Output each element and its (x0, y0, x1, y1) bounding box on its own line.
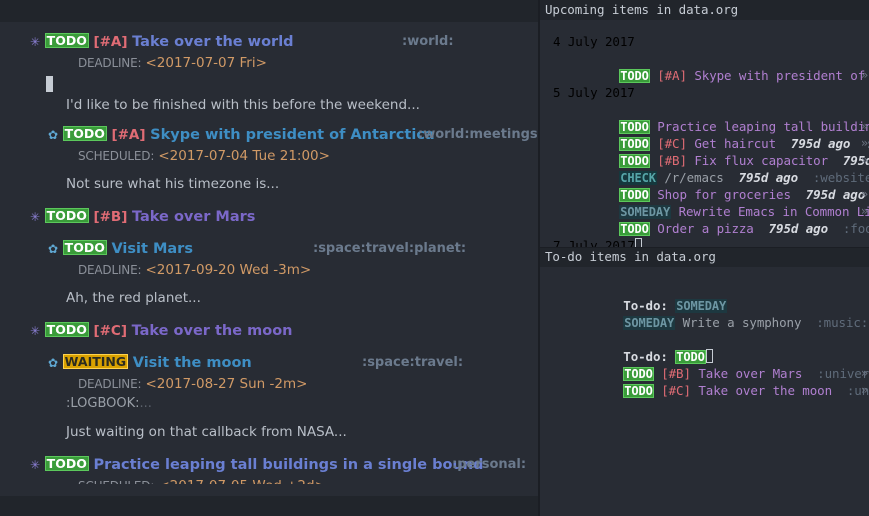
org-buffer-window: Take over the universe\Test data ✳ TODO … (0, 0, 538, 516)
org-outline: ✳ TODO [#A] Take over the world :world: … (0, 22, 538, 484)
logbook-drawer[interactable]: :LOGBOOK:... (0, 394, 538, 414)
org-headline[interactable]: ✳ TODO [#B] Take over Mars (0, 206, 538, 228)
drawer-ellipsis: ... (139, 396, 152, 411)
todo-keyword-badge[interactable]: TODO (44, 33, 89, 48)
priority-cookie: [#A] (111, 127, 146, 143)
entry-body-text: Just waiting on that callback from NASA.… (66, 424, 347, 440)
left-modeline[interactable]: 18- -[org-ql]tests/data.org3%-master Org (0, 496, 538, 516)
agenda-item[interactable]: SOMEDAY Rewrite Emacs in Common Lisp 795… (540, 186, 869, 219)
upcoming-items-list: 4 July 2017 TODO [#A] Skype with preside… (540, 20, 869, 247)
todo-keyword-badge[interactable]: TODO (44, 208, 89, 223)
agenda-item[interactable]: TODO Order a pizza 795d ago :food:dinner… (540, 203, 869, 236)
priority-cookie: [#C] (93, 323, 127, 339)
org-headline[interactable]: ✿ TODO Visit Mars :space:travel:planet: (0, 238, 538, 260)
todo-group-header: To-do: TODO (540, 331, 869, 364)
headline-tags[interactable]: :space:travel:planet: (313, 238, 466, 260)
planning-label: SCHEDULED: (78, 479, 154, 484)
agenda-item[interactable]: TODO [#C] Take over the moon :universe:a… (540, 365, 869, 398)
todo-items-list: To-do: SOMEDAY SOMEDAY Write a symphony … (540, 267, 869, 516)
todo-keyword-badge[interactable]: TODO (623, 384, 654, 398)
asterisk-bullet-icon: ✳ (30, 210, 41, 224)
cursor-row (0, 73, 538, 95)
headline-title: Practice leaping tall buildings in a sin… (93, 457, 484, 473)
planning-line: DEADLINE: <2017-07-07 Fri> (0, 53, 538, 73)
date-group-header: 4 July 2017 (553, 34, 635, 49)
headline-title: Visit Mars (111, 241, 193, 257)
planning-timestamp[interactable]: <2017-07-07 Fri> (145, 55, 266, 71)
agenda-item[interactable]: TODO [#B] Take over Mars :universe:ambit… (540, 348, 869, 381)
todo-group-header: To-do: SOMEDAY (540, 280, 869, 313)
panel-divider (540, 247, 869, 248)
planning-line: DEADLINE: <2017-08-27 Sun -2m> (0, 374, 538, 394)
planning-timestamp[interactable]: <2017-07-04 Tue 21:00> (158, 148, 330, 164)
todo-keyword-badge[interactable]: TODO (44, 322, 89, 337)
priority-cookie: [#A] (93, 34, 128, 50)
headline-tags[interactable]: :space:travel: (362, 352, 463, 374)
priority-cookie: [#B] (93, 209, 128, 225)
agenda-item[interactable]: CHECK /r/emacs 795d ago :website:Emacs: (540, 152, 869, 185)
headline-title: Visit the moon (132, 355, 252, 371)
agenda-item[interactable]: TODO [#B] Fix flux capacitor 795d ago :s… (540, 135, 869, 168)
org-headline[interactable]: ✿ WAITING Visit the moon :space:travel: (0, 352, 538, 374)
org-ql-panels: Upcoming items in data.org 4 July 2017 T… (540, 0, 869, 516)
entry-body-text: I'd like to be finished with this before… (66, 97, 420, 113)
headline-tags[interactable]: :world:meetings: (418, 124, 538, 146)
planning-line: DEADLINE: <2017-09-20 Wed -3m> (0, 260, 538, 280)
planning-label: SCHEDULED: (78, 149, 155, 163)
todo-keyword-badge[interactable]: TODO (62, 126, 107, 141)
org-headline[interactable]: ✳ TODO Practice leaping tall buildings i… (0, 454, 538, 476)
todo-items-window: To-do items in data.org To-do: SOMEDAY S… (540, 247, 869, 516)
headline-tags[interactable]: :world: (402, 31, 454, 53)
planning-line: SCHEDULED: <2017-07-04 Tue 21:00> (0, 146, 538, 166)
flower-bullet-icon: ✿ (48, 356, 59, 370)
headline-tags[interactable]: :personal: (452, 454, 526, 476)
todo-keyword-badge[interactable]: TODO (62, 240, 107, 255)
headline-title: Take over Mars (132, 209, 256, 225)
date-group-header: 7 July 2017 (540, 237, 869, 247)
planning-timestamp[interactable]: <2017-09-20 Wed -3m> (145, 262, 311, 278)
upcoming-items-header: Upcoming items in data.org (540, 0, 869, 20)
agenda-item[interactable]: SOMEDAY Write a symphony :music: (540, 297, 869, 330)
headline-title: Take over the moon (131, 323, 293, 339)
headline-title: Skype with president of Antarctica (150, 127, 435, 143)
agenda-item[interactable]: TODO Practice leaping tall buildings in … (540, 101, 869, 134)
agenda-item[interactable]: TODO Shop for groceries 795d ago :food:s… (540, 169, 869, 202)
date-group-header: 5 July 2017 (553, 85, 635, 100)
org-breadcrumb-header: Take over the universe\Test data (0, 0, 538, 40)
text-cursor (635, 238, 642, 247)
org-headline[interactable]: ✳ TODO [#A] Take over the world :world: (0, 31, 538, 53)
entry-body-text: Not sure what his timezone is... (66, 176, 280, 192)
agenda-item[interactable]: TODO [#C] Get haircut 795d ago :personal… (540, 118, 869, 151)
org-headline[interactable]: ✳ TODO [#C] Take over the moon (0, 320, 538, 342)
headline-title: Take over the world (132, 34, 294, 50)
entry-body-text: Ah, the red planet... (66, 290, 201, 306)
planning-line: SCHEDULED: <2017-07-05 Wed +2d> (0, 476, 538, 484)
text-cursor (46, 76, 53, 92)
agenda-item[interactable]: TODO [#A] Skype with president of Antarc… (540, 50, 869, 83)
date-group-label: 7 July 2017 (553, 238, 635, 247)
planning-label: DEADLINE: (78, 56, 142, 70)
drawer-label: :LOGBOOK: (66, 396, 140, 411)
upcoming-items-window: Upcoming items in data.org 4 July 2017 T… (540, 0, 869, 247)
org-headline[interactable]: ✿ TODO [#A] Skype with president of Anta… (0, 124, 538, 146)
priority-cookie: [#C] (661, 383, 691, 398)
todo-keyword-badge[interactable]: TODO (44, 456, 89, 471)
emacs-frame: Take over the universe\Test data ✳ TODO … (0, 0, 869, 516)
item-title: Take over the moon (698, 383, 833, 398)
asterisk-bullet-icon: ✳ (30, 458, 41, 472)
planning-timestamp[interactable]: <2017-08-27 Sun -2m> (145, 376, 307, 392)
flower-bullet-icon: ✿ (48, 128, 59, 142)
asterisk-bullet-icon: ✳ (30, 324, 41, 338)
flower-bullet-icon: ✿ (48, 242, 59, 256)
todo-items-header: To-do items in data.org (540, 247, 869, 267)
waiting-keyword-badge[interactable]: WAITING (62, 354, 129, 369)
planning-timestamp[interactable]: <2017-07-05 Wed +2d> (158, 478, 326, 484)
planning-label: DEADLINE: (78, 263, 142, 277)
truncation-arrow-icon: » (860, 383, 868, 397)
planning-label: DEADLINE: (78, 377, 142, 391)
asterisk-bullet-icon: ✳ (30, 35, 41, 49)
